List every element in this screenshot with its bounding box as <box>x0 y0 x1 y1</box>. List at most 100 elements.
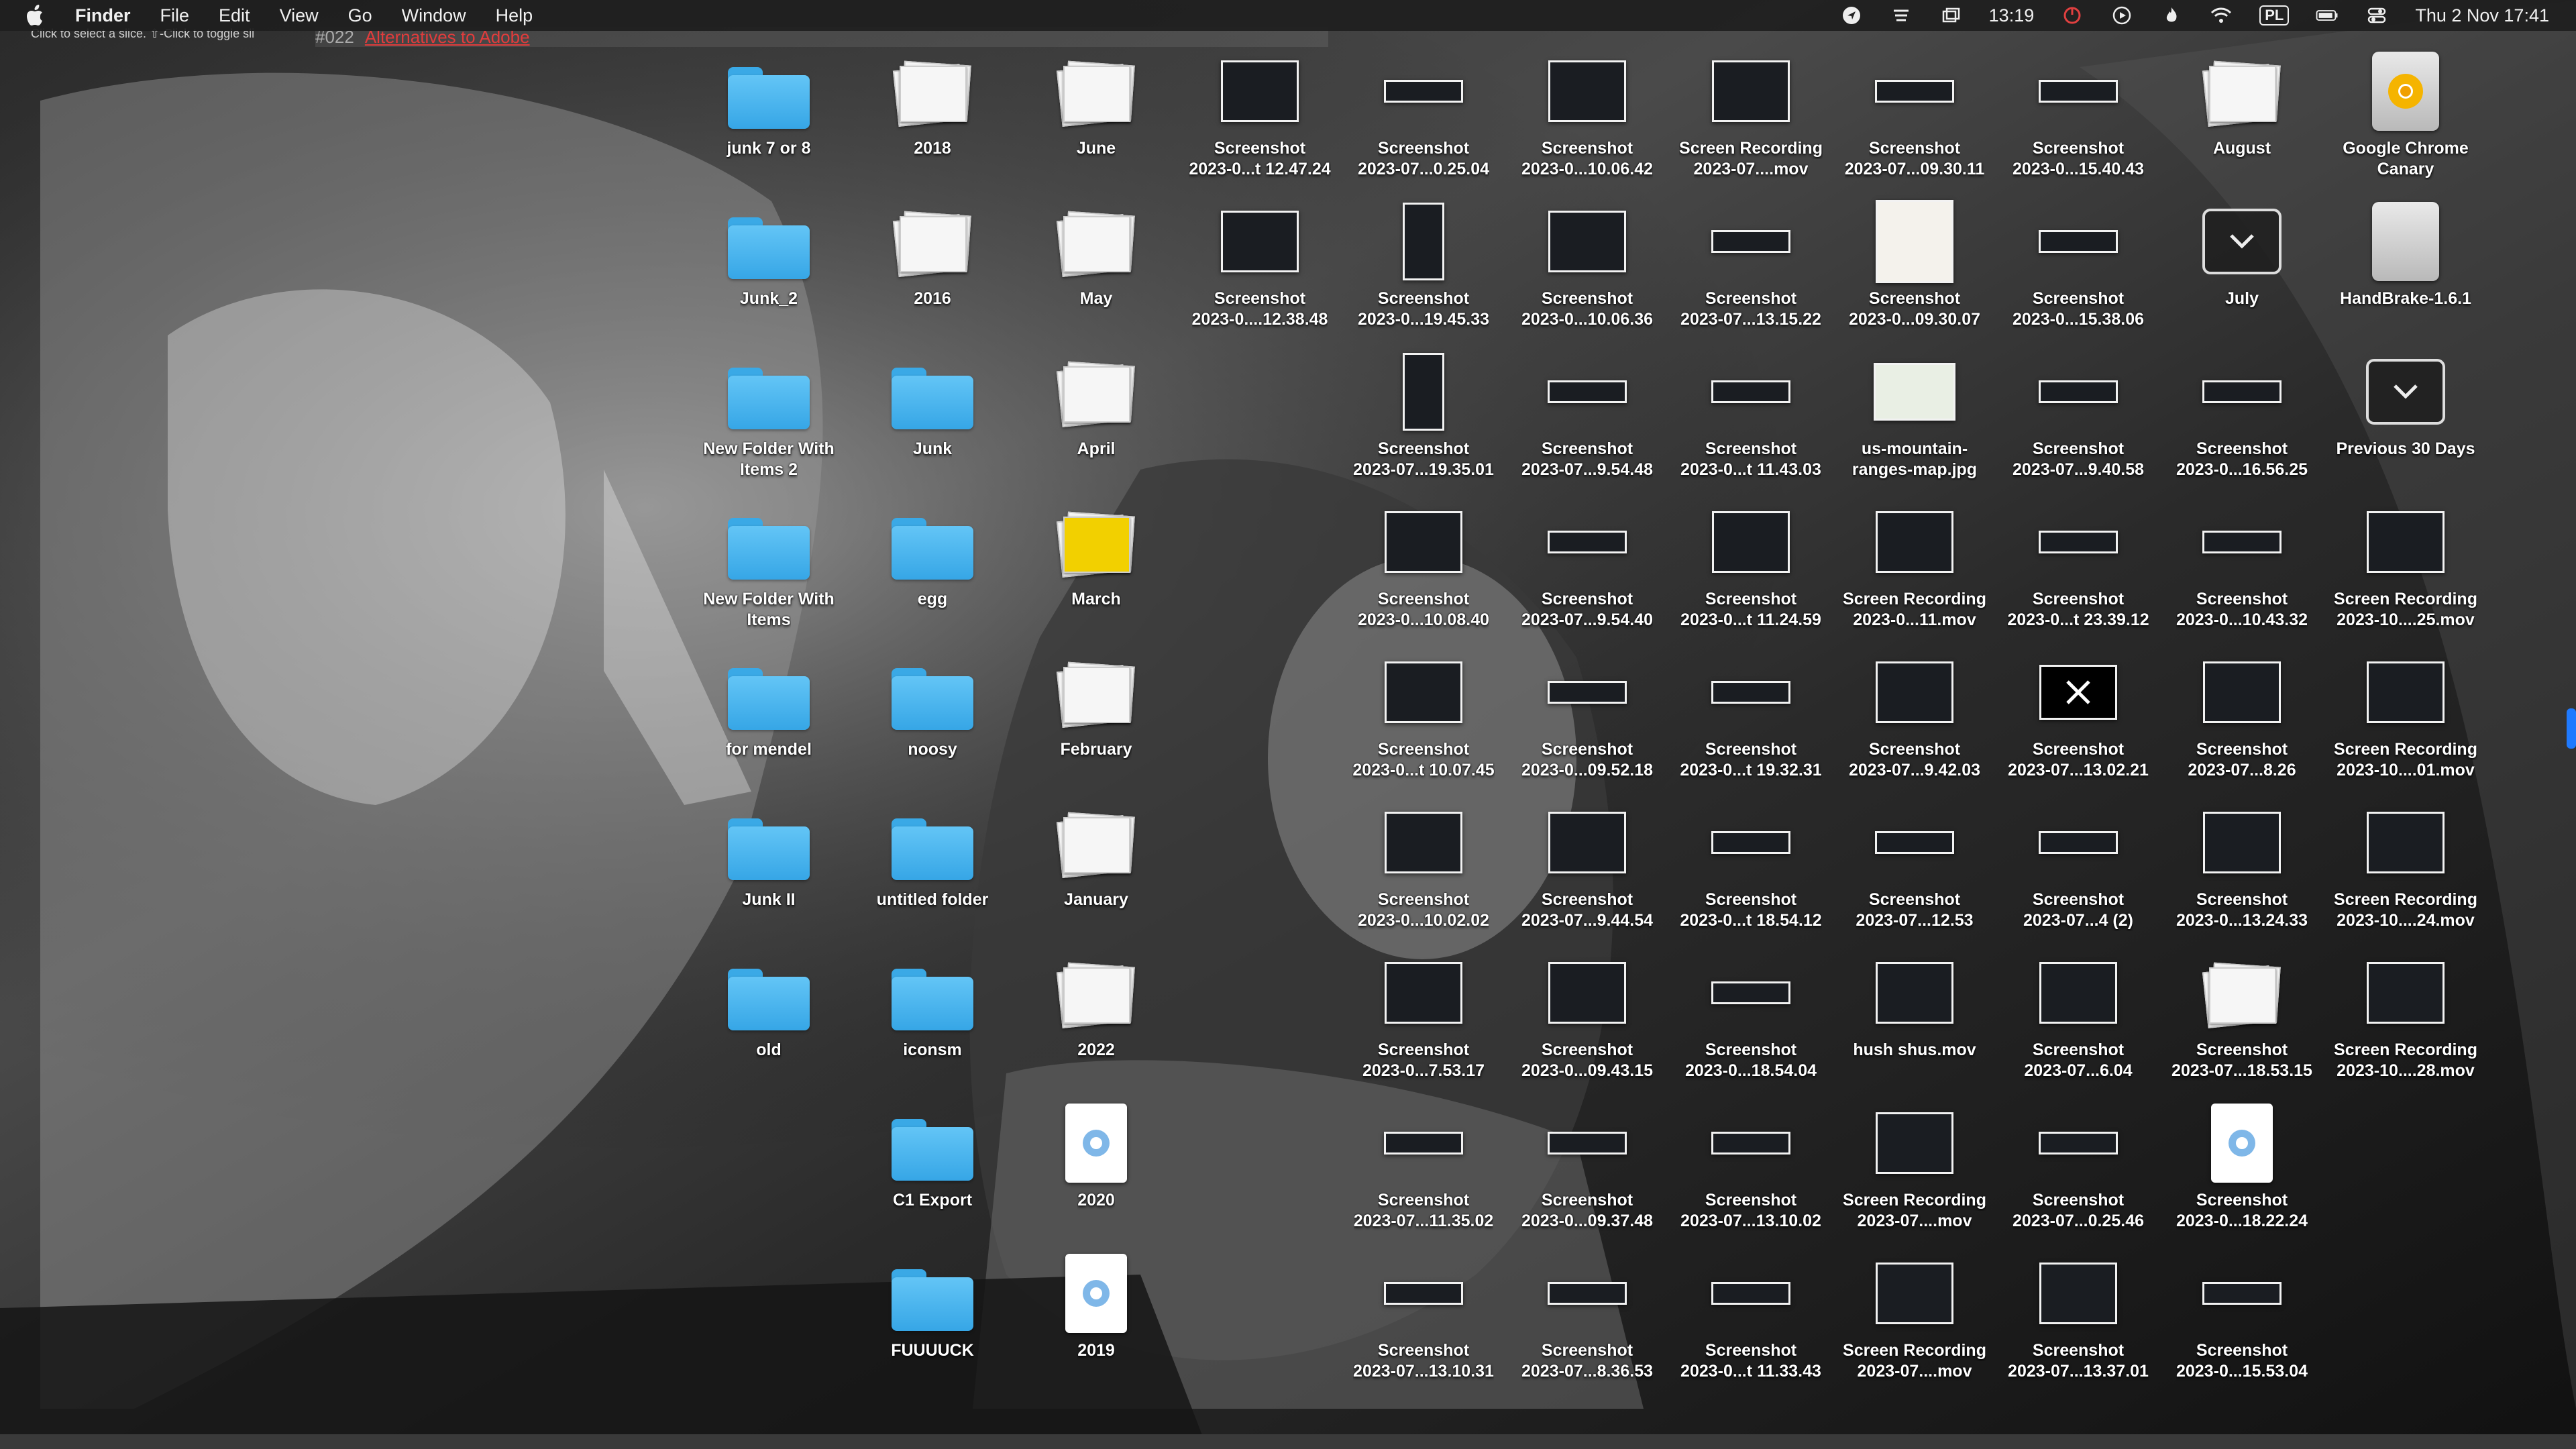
input-source-badge[interactable]: PL <box>2259 5 2290 25</box>
desktop-file[interactable]: hush shus.mov <box>1833 946 1996 1061</box>
desktop-file[interactable]: Screen Recording 2023-0...11.mov <box>1833 495 1996 631</box>
desktop-file[interactable]: Screenshot 2023-0...t 12.47.24 <box>1178 44 1342 180</box>
desktop-file[interactable]: Screen Recording 2023-07....mov <box>1833 1246 1996 1382</box>
desktop-file[interactable]: Screenshot 2023-0...15.40.43 <box>1996 44 2160 180</box>
desktop-file[interactable]: Screenshot 2023-07...09.30.11 <box>1833 44 1996 180</box>
desktop-file[interactable]: Screenshot 2023-0...09.52.18 <box>1505 645 1669 781</box>
desktop-file[interactable]: Screen Recording 2023-07....mov <box>1669 44 1833 180</box>
menu-file[interactable]: File <box>160 5 190 26</box>
apple-menu-icon[interactable] <box>27 5 46 26</box>
desktop-file[interactable]: Screenshot 2023-07...13.02.21 <box>1996 645 2160 781</box>
desktop-file[interactable]: Screenshot 2023-07...18.53.15 <box>2160 946 2324 1081</box>
desktop-file[interactable]: 2016 <box>851 195 1014 309</box>
desktop-file[interactable]: Screenshot 2023-0...13.24.33 <box>2160 796 2324 931</box>
desktop-file[interactable]: July <box>2160 195 2324 309</box>
desktop-file[interactable]: April <box>1014 345 1178 460</box>
desktop-folder[interactable]: egg <box>851 495 1014 610</box>
desktop-file[interactable]: Screenshot 2023-07...8.36.53 <box>1505 1246 1669 1382</box>
desktop-file[interactable]: Screenshot 2023-0...10.06.36 <box>1505 195 1669 330</box>
desktop-file[interactable]: Screenshot 2023-07...8.26 <box>2160 645 2324 781</box>
desktop-file[interactable]: Screenshot 2023-0...10.06.42 <box>1505 44 1669 180</box>
menu-view[interactable]: View <box>280 5 319 26</box>
desktop-file[interactable]: Previous 30 Days <box>2324 345 2487 460</box>
desktop-file[interactable]: February <box>1014 645 1178 760</box>
flame-icon[interactable] <box>2160 4 2183 27</box>
window-stack-icon[interactable] <box>1939 4 1962 27</box>
desktop-file[interactable]: Screenshot 2023-0...t 10.07.45 <box>1342 645 1505 781</box>
desktop-file[interactable]: 2018 <box>851 44 1014 159</box>
location-arrow-icon[interactable] <box>1840 4 1863 27</box>
desktop-file[interactable]: Screenshot 2023-0...t 11.43.03 <box>1669 345 1833 480</box>
desktop-file[interactable]: Screenshot 2023-07...9.44.54 <box>1505 796 1669 931</box>
battery-icon[interactable] <box>2316 4 2339 27</box>
desktop-file[interactable]: Screenshot 2023-0....12.38.48 <box>1178 195 1342 330</box>
desktop-file[interactable]: Screenshot 2023-07...12.53 <box>1833 796 1996 931</box>
desktop-file[interactable]: Screenshot 2023-0...15.38.06 <box>1996 195 2160 330</box>
desktop-folder[interactable]: old <box>687 946 851 1061</box>
desktop-file[interactable]: Screenshot 2023-0...10.02.02 <box>1342 796 1505 931</box>
menu-go[interactable]: Go <box>348 5 372 26</box>
desktop-file[interactable]: Screenshot 2023-0...18.22.24 <box>2160 1096 2324 1232</box>
desktop-folder[interactable]: New Folder With Items 2 <box>687 345 851 480</box>
desktop-file[interactable]: Screen Recording 2023-10....25.mov <box>2324 495 2487 631</box>
menu-edit[interactable]: Edit <box>219 5 250 26</box>
desktop-file[interactable]: Screenshot 2023-07...13.15.22 <box>1669 195 1833 330</box>
desktop-file[interactable]: Screen Recording 2023-10....01.mov <box>2324 645 2487 781</box>
desktop-file[interactable]: Screenshot 2023-0...09.30.07 <box>1833 195 1996 330</box>
desktop-file[interactable]: Screen Recording 2023-07....mov <box>1833 1096 1996 1232</box>
stacked-lines-icon[interactable] <box>1890 4 1913 27</box>
control-center-icon[interactable] <box>2365 4 2388 27</box>
desktop-file[interactable]: March <box>1014 495 1178 610</box>
menu-help[interactable]: Help <box>496 5 533 26</box>
wifi-icon[interactable] <box>2210 4 2233 27</box>
desktop-folder[interactable]: Junk II <box>687 796 851 910</box>
desktop-folder[interactable]: for mendel <box>687 645 851 760</box>
desktop-file[interactable]: Screenshot 2023-0...7.53.17 <box>1342 946 1505 1081</box>
menu-window[interactable]: Window <box>402 5 466 26</box>
desktop-folder[interactable]: FUUUUCK <box>851 1246 1014 1361</box>
desktop-folder[interactable]: iconsm <box>851 946 1014 1061</box>
menubar-timer[interactable]: 13:19 <box>1989 5 2035 26</box>
desktop-file[interactable]: Screenshot 2023-0...t 23.39.12 <box>1996 495 2160 631</box>
desktop-file[interactable]: Screenshot 2023-0...16.56.25 <box>2160 345 2324 480</box>
desktop-folder[interactable]: junk 7 or 8 <box>687 44 851 159</box>
desktop-file[interactable]: Screenshot 2023-07...11.35.02 <box>1342 1096 1505 1232</box>
menubar-clock[interactable]: Thu 2 Nov 17:41 <box>2415 5 2549 26</box>
desktop-folder[interactable]: noosy <box>851 645 1014 760</box>
desktop-file[interactable]: 2019 <box>1014 1246 1178 1361</box>
desktop-file[interactable]: HandBrake-1.6.1 <box>2324 195 2487 309</box>
desktop-folder[interactable]: New Folder With Items <box>687 495 851 631</box>
desktop-folder[interactable]: Junk <box>851 345 1014 460</box>
desktop-file[interactable]: Screenshot 2023-07...9.54.48 <box>1505 345 1669 480</box>
menu-app-finder[interactable]: Finder <box>75 5 131 26</box>
desktop-file[interactable]: Screenshot 2023-07...9.42.03 <box>1833 645 1996 781</box>
desktop-file[interactable]: Screenshot 2023-0...18.54.04 <box>1669 946 1833 1081</box>
desktop-file[interactable]: Screenshot 2023-0...t 18.54.12 <box>1669 796 1833 931</box>
desktop-file[interactable]: Screenshot 2023-07...0.25.04 <box>1342 44 1505 180</box>
desktop-folder[interactable]: untitled folder <box>851 796 1014 910</box>
desktop-file[interactable]: Screenshot 2023-07...9.40.58 <box>1996 345 2160 480</box>
desktop-file[interactable]: August <box>2160 44 2324 159</box>
desktop-file[interactable]: January <box>1014 796 1178 910</box>
play-circle-icon[interactable] <box>2110 4 2133 27</box>
desktop-file[interactable]: Screenshot 2023-0...09.43.15 <box>1505 946 1669 1081</box>
desktop-file[interactable]: Screenshot 2023-07...9.54.40 <box>1505 495 1669 631</box>
desktop-file[interactable]: Screenshot 2023-0...t 11.33.43 <box>1669 1246 1833 1382</box>
desktop-file[interactable]: us-mountain-ranges-map.jpg <box>1833 345 1996 480</box>
desktop-file[interactable]: Screenshot 2023-07...19.35.01 <box>1342 345 1505 480</box>
desktop-file[interactable]: Google Chrome Canary <box>2324 44 2487 180</box>
desktop-file[interactable]: Screenshot 2023-07...13.37.01 <box>1996 1246 2160 1382</box>
desktop-file[interactable]: Screenshot 2023-0...09.37.48 <box>1505 1096 1669 1232</box>
desktop-file[interactable]: Screenshot 2023-07...13.10.31 <box>1342 1246 1505 1382</box>
desktop-file[interactable]: 2020 <box>1014 1096 1178 1211</box>
desktop-file[interactable]: Screenshot 2023-07...6.04 <box>1996 946 2160 1081</box>
desktop-file[interactable]: June <box>1014 44 1178 159</box>
desktop-folder[interactable]: Junk_2 <box>687 195 851 309</box>
desktop-file[interactable]: Screenshot 2023-0...15.53.04 <box>2160 1246 2324 1382</box>
desktop-file[interactable]: Screenshot 2023-07...13.10.02 <box>1669 1096 1833 1232</box>
desktop-file[interactable]: Screenshot 2023-07...4 (2) <box>1996 796 2160 931</box>
desktop-file[interactable]: Screenshot 2023-0...10.08.40 <box>1342 495 1505 631</box>
desktop-file[interactable]: Screenshot 2023-0...t 11.24.59 <box>1669 495 1833 631</box>
power-timer-icon[interactable] <box>2061 4 2084 27</box>
desktop-file[interactable]: May <box>1014 195 1178 309</box>
